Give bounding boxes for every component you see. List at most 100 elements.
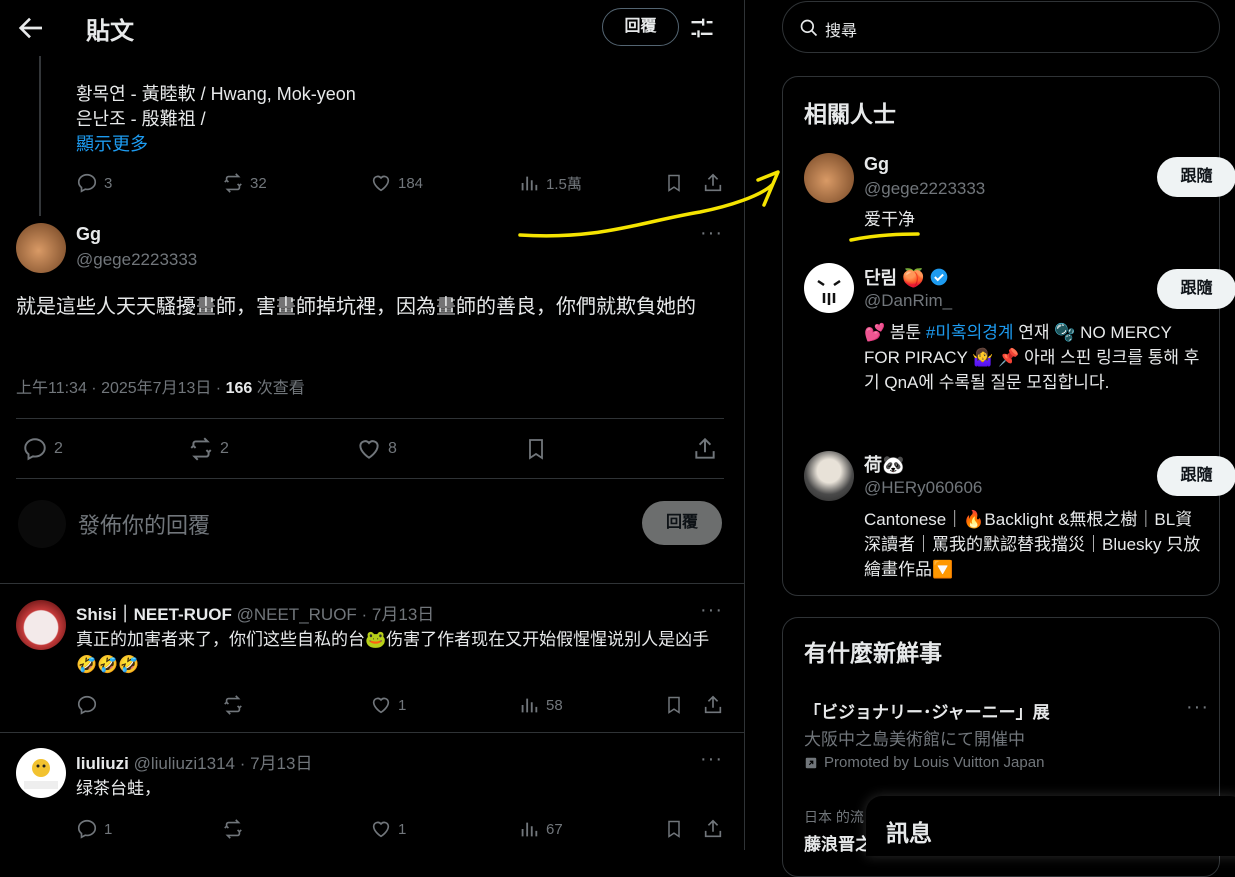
tweet-views-count: 166 — [225, 380, 253, 397]
reply-header-button[interactable]: 回覆 — [602, 8, 679, 46]
tweet-time[interactable]: 上午11:34 · 2025年7月13日 · — [16, 380, 226, 397]
more-options-icon[interactable]: ··· — [700, 222, 723, 245]
hashtag-link[interactable]: #미혹의경계 — [926, 323, 1014, 342]
tweet-author-name[interactable]: Gg — [76, 224, 101, 245]
more-options-icon[interactable]: ··· — [700, 599, 723, 622]
page-header: 貼文 回覆 — [0, 0, 744, 56]
settings-sliders-icon[interactable] — [688, 14, 716, 42]
heart-icon — [372, 821, 390, 838]
repost-icon — [224, 695, 242, 715]
messages-title: 訊息 — [886, 820, 932, 846]
bookmark-icon[interactable] — [524, 436, 548, 462]
share-icon[interactable] — [702, 818, 724, 840]
person-name[interactable]: 荷🐼 — [864, 451, 904, 477]
repost-icon — [190, 437, 212, 461]
person-name[interactable]: Gg — [864, 154, 889, 175]
avatar[interactable] — [804, 263, 854, 313]
repost-icon — [224, 819, 242, 839]
related-people-title: 相關人士 — [804, 101, 896, 127]
reply-meta[interactable]: @NEET_RUOF · 7月13日 — [237, 605, 435, 624]
like-count: 184 — [398, 174, 424, 192]
like-action[interactable]: 184 — [370, 172, 423, 194]
avatar[interactable] — [16, 223, 66, 273]
more-options-icon[interactable]: ··· — [1186, 696, 1209, 719]
views-action[interactable]: 58 — [518, 694, 563, 716]
reply-author-name[interactable]: Shisi｜NEET-RUOF — [76, 605, 232, 624]
bookmark-icon[interactable] — [664, 172, 684, 194]
avatar[interactable] — [16, 748, 66, 798]
follow-button[interactable]: 跟隨 — [1157, 456, 1235, 496]
trend-title[interactable]: 「ビジョナリー･ジャーニー」展 — [804, 698, 1050, 723]
search-icon — [800, 19, 818, 37]
back-arrow-icon[interactable] — [14, 12, 46, 44]
person-bio: 💕 봄툰 #미혹의경계 연재 🫧 NO MERCY FOR PIRACY 🤷‍♀… — [864, 320, 1204, 395]
share-icon[interactable] — [702, 172, 724, 194]
repost-action[interactable] — [222, 818, 244, 840]
views-count: 1.5萬 — [546, 175, 582, 193]
reply-action[interactable]: 3 — [76, 172, 112, 194]
reply-meta[interactable]: @liuliuzi1314 · 7月13日 — [134, 754, 313, 773]
like-action[interactable]: 8 — [356, 436, 397, 462]
messages-drawer[interactable]: 訊息 — [866, 796, 1235, 856]
avatar[interactable] — [804, 451, 854, 501]
like-count: 8 — [388, 440, 397, 457]
person-name[interactable]: 단림 🍑 — [864, 264, 925, 290]
analytics-icon — [521, 176, 538, 191]
repost-action[interactable]: 2 — [188, 436, 229, 462]
trend-context: 日本 的流 — [804, 809, 864, 825]
reply-text: 真正的加害者来了，你们这些自私的台🐸伤害了作者现在又开始假惺惺说别人是凶手🤣🤣🤣 — [76, 630, 710, 674]
reply-submit-button[interactable]: 回覆 — [642, 501, 722, 545]
bookmark-icon[interactable] — [664, 818, 684, 840]
person-handle[interactable]: @DanRim_ — [864, 291, 952, 311]
repost-action[interactable] — [222, 694, 244, 716]
related-people-card: 相關人士 Gg @gege2223333 跟隨 爱干净 단림 🍑 @DanRim… — [782, 76, 1235, 596]
trend-title[interactable]: 藤浪晋之 — [804, 830, 872, 855]
repost-action[interactable]: 32 — [222, 172, 267, 194]
like-count: 1 — [398, 696, 407, 714]
like-action[interactable]: 1 — [370, 818, 406, 840]
reply-icon — [24, 438, 46, 461]
avatar[interactable] — [16, 600, 66, 650]
tweet-views-label: 次查看 — [252, 380, 305, 397]
views-action[interactable]: 67 — [518, 818, 563, 840]
like-action[interactable]: 1 — [370, 694, 406, 716]
sidebar: 搜尋 相關人士 Gg @gege2223333 跟隨 爱干净 단림 🍑 @Dan… — [746, 0, 1235, 877]
thread-connector — [39, 56, 41, 216]
like-count: 1 — [398, 820, 407, 838]
person-bio: Cantonese｜🔥Backlight &無根之樹｜BL資深讀者｜罵我的默認替… — [864, 510, 1201, 579]
divider — [0, 732, 744, 733]
tweet-text: 就是這些人天天騷擾畫師，害畫師掉坑裡，因為畫師的善良，你們就欺負她的 — [16, 296, 696, 318]
follow-button[interactable]: 跟隨 — [1157, 157, 1235, 197]
heart-icon — [372, 175, 390, 192]
reply-icon — [77, 173, 97, 193]
person-handle[interactable]: @gege2223333 — [864, 179, 985, 199]
reply-icon — [77, 695, 97, 715]
heart-icon — [359, 440, 379, 459]
follow-button[interactable]: 跟隨 — [1157, 269, 1235, 309]
reply-author-name[interactable]: liuliuzi — [76, 754, 129, 773]
main-column: 貼文 回覆 황목연 - 黃睦軟 / Hwang, Mok-yeon 은난조 - … — [0, 0, 745, 850]
reply-action[interactable]: 2 — [22, 436, 63, 462]
views-action[interactable]: 1.5萬 — [518, 172, 582, 194]
tweet-author-handle[interactable]: @gege2223333 — [76, 250, 197, 270]
divider — [16, 478, 724, 479]
avatar[interactable] — [804, 153, 854, 203]
repost-icon — [224, 173, 242, 193]
person-handle[interactable]: @HERy060606 — [864, 478, 982, 498]
reply-action[interactable]: 1 — [76, 818, 112, 840]
promoted-text: Promoted by Louis Vuitton Japan — [824, 754, 1045, 771]
search-input[interactable]: 搜尋 — [782, 1, 1220, 53]
tweet-meta: 上午11:34 · 2025年7月13日 · 166 次查看 — [16, 374, 305, 398]
reply-action[interactable] — [76, 694, 98, 716]
bookmark-icon[interactable] — [664, 694, 684, 716]
show-more-link[interactable]: 顯示更多 — [76, 130, 148, 156]
more-options-icon[interactable]: ··· — [700, 748, 723, 771]
reply-count: 1 — [104, 820, 113, 838]
reply-text: 绿茶台蛙， — [76, 779, 161, 798]
share-icon[interactable] — [692, 436, 718, 462]
divider — [0, 583, 744, 584]
reply-header: Shisi｜NEET-RUOF @NEET_RUOF · 7月13日 — [76, 600, 434, 625]
reply-compose-input[interactable]: 發佈你的回覆 — [78, 508, 210, 540]
repost-count: 2 — [220, 440, 229, 457]
share-icon[interactable] — [702, 694, 724, 716]
